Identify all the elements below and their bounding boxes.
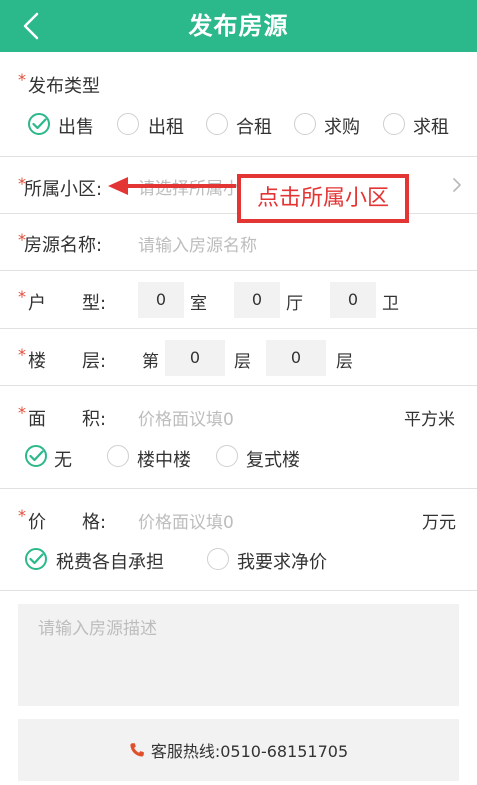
publish-type-radio-buy[interactable] [294, 113, 316, 135]
annotation-arrow-icon [108, 177, 236, 195]
annotation-label: 点击所属小区 [237, 174, 409, 223]
divider [0, 385, 477, 386]
phone-icon [130, 743, 144, 757]
total-floor-unit: 层 [336, 352, 353, 372]
area-option-label[interactable]: 无 [54, 446, 72, 472]
page-title: 发布房源 [188, 12, 289, 40]
rooms-unit: 室 [190, 294, 207, 314]
layout-label: 户 型: [28, 293, 107, 314]
price-input[interactable]: 价格面议填0 [138, 508, 234, 533]
area-option-label[interactable]: 楼中楼 [137, 446, 191, 472]
publish-type-option-label[interactable]: 出售 [58, 113, 94, 139]
price-option-label[interactable]: 税费各自承担 [56, 548, 164, 574]
floor-input[interactable]: 0 [165, 340, 225, 376]
price-label: 价 格: [28, 512, 107, 533]
price-option-label[interactable]: 我要求净价 [237, 548, 327, 574]
community-label: 所属小区: [24, 179, 103, 200]
publish-type-option-label[interactable]: 合租 [236, 113, 272, 139]
area-radio-none[interactable] [25, 445, 47, 467]
price-radio-net-price[interactable] [207, 548, 229, 570]
area-unit: 平方米 [404, 410, 455, 430]
rooms-input[interactable]: 0 [138, 282, 184, 318]
required-mark: * [18, 345, 26, 364]
description-textarea[interactable]: 请输入房源描述 [18, 604, 459, 706]
divider [0, 270, 477, 271]
area-radio-loft[interactable] [107, 445, 129, 467]
total-floor-input[interactable]: 0 [266, 340, 326, 376]
hotline-text: 客服热线:0510-68151705 [150, 742, 349, 761]
house-name-label: 房源名称: [24, 235, 103, 256]
required-mark: * [18, 70, 26, 89]
halls-unit: 厅 [286, 294, 303, 314]
divider [0, 488, 477, 489]
area-label: 面 积: [28, 409, 107, 430]
publish-type-radio-rent[interactable] [117, 113, 139, 135]
floor-label: 楼 层: [28, 351, 107, 372]
area-option-label[interactable]: 复式楼 [246, 446, 300, 472]
publish-type-option-label[interactable]: 求购 [324, 113, 360, 139]
halls-input[interactable]: 0 [234, 282, 280, 318]
chevron-right-icon [451, 176, 463, 194]
required-mark: * [18, 506, 26, 525]
check-icon [32, 118, 47, 130]
publish-type-radio-sale[interactable] [28, 113, 50, 135]
baths-input[interactable]: 0 [330, 282, 376, 318]
top-nav-bar: 发布房源 [0, 0, 477, 52]
house-name-input[interactable]: 请输入房源名称 [138, 231, 257, 256]
check-icon [29, 450, 44, 462]
divider [0, 590, 477, 591]
price-unit: 万元 [422, 513, 456, 533]
area-input[interactable]: 价格面议填0 [138, 405, 234, 430]
publish-type-radio-share[interactable] [206, 113, 228, 135]
publish-type-option-label[interactable]: 出租 [148, 113, 184, 139]
divider [0, 328, 477, 329]
price-radio-tax-split[interactable] [25, 548, 47, 570]
required-mark: * [18, 287, 26, 306]
baths-unit: 卫 [382, 294, 399, 314]
publish-type-label: 发布类型 [28, 76, 100, 97]
publish-type-option-label[interactable]: 求租 [413, 113, 449, 139]
floor-unit: 层 [234, 352, 251, 372]
customer-service-hotline-button[interactable]: 客服热线:0510-68151705 [18, 719, 459, 781]
required-mark: * [18, 403, 26, 422]
floor-prefix: 第 [142, 352, 159, 372]
area-radio-duplex[interactable] [216, 445, 238, 467]
check-icon [29, 553, 44, 565]
publish-type-radio-seek-rent[interactable] [383, 113, 405, 135]
